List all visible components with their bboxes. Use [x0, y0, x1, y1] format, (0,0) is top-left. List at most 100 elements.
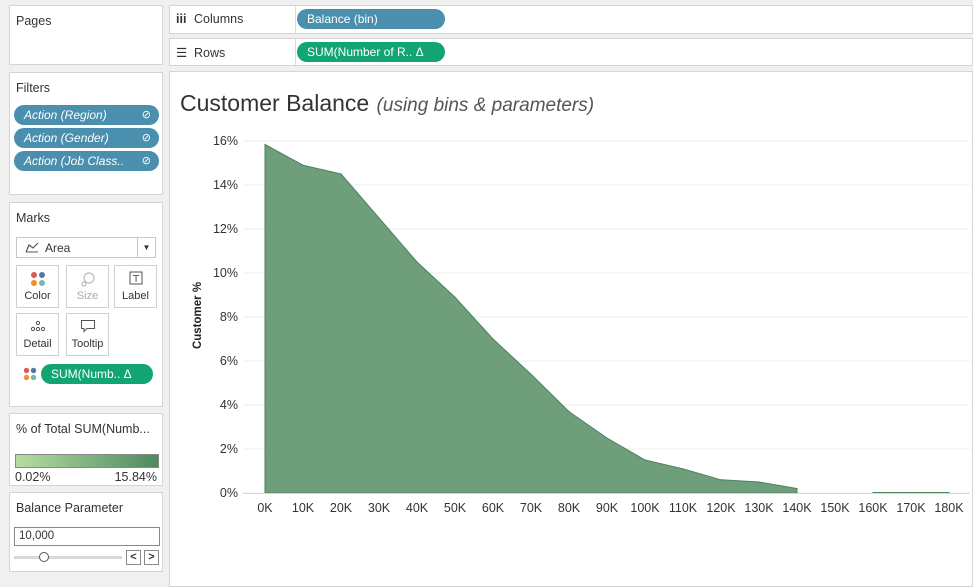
area-chart[interactable]: 0% 2% 4% 6% 8% 10% 12% 14% 16% Customer % 0K 10K 20K… — [170, 72, 972, 586]
y-tick-label: 6% — [220, 354, 238, 368]
y-tick-label: 10% — [213, 266, 238, 280]
x-tick-label: 130K — [744, 501, 774, 515]
detail-button[interactable]: Detail — [16, 313, 59, 356]
y-tick-label: 14% — [213, 178, 238, 192]
columns-shelf[interactable]: iii Columns Balance (bin) — [169, 5, 973, 34]
data-point[interactable] — [454, 296, 456, 298]
x-tick-label: 180K — [934, 501, 964, 515]
data-point[interactable] — [644, 459, 646, 461]
mark-type-dropdown[interactable]: Area ▼ — [16, 237, 156, 258]
data-point[interactable] — [416, 261, 418, 263]
parameter-next-button[interactable]: > — [144, 550, 159, 565]
columns-pill-label: Balance (bin) — [307, 12, 378, 26]
x-tick-label: 0K — [257, 501, 273, 515]
filter-pill-label: Action (Gender) — [24, 131, 109, 145]
color-button-label: Color — [24, 290, 51, 302]
data-point[interactable] — [492, 338, 494, 340]
x-tick-label: 160K — [858, 501, 888, 515]
y-tick-label: 16% — [213, 134, 238, 148]
columns-label-text: Columns — [194, 12, 244, 26]
data-point[interactable] — [340, 173, 342, 175]
rows-label-text: Rows — [194, 46, 226, 60]
x-tick-label: 80K — [558, 501, 581, 515]
rows-icon: ☰ — [176, 46, 188, 60]
pages-shelf[interactable]: Pages — [9, 5, 163, 65]
marks-field-pill[interactable]: SUM(Numb.. Δ — [41, 364, 153, 384]
columns-shelf-label: iii Columns — [176, 12, 243, 26]
tooltip-button-label: Tooltip — [71, 338, 104, 350]
x-tick-label: 100K — [630, 501, 660, 515]
detail-button-label: Detail — [23, 338, 52, 350]
filter-pill-job-class[interactable]: Action (Job Class.. ⊘ — [14, 151, 159, 171]
x-tick-label: 50K — [444, 501, 467, 515]
x-tick-label: 10K — [292, 501, 315, 515]
color-legend: % of Total SUM(Numb... 0.02% 15.84% — [9, 413, 163, 486]
data-point[interactable] — [302, 164, 304, 166]
link-icon: ⊘ — [141, 109, 151, 121]
x-tick-label: 120K — [706, 501, 736, 515]
rows-pill-sum-number-of-records[interactable]: SUM(Number of R.. Δ — [297, 42, 445, 62]
balance-parameter-control: Balance Parameter 10,000 < > — [9, 492, 163, 572]
color-encoding-icon — [23, 367, 37, 384]
data-point[interactable] — [682, 468, 684, 470]
data-point[interactable] — [568, 411, 570, 413]
y-tick-label: 2% — [220, 442, 238, 456]
parameter-slider-thumb[interactable] — [39, 552, 49, 562]
color-dots-icon — [17, 266, 58, 288]
link-icon: ⊘ — [141, 132, 151, 144]
x-tick-label: 110K — [669, 501, 698, 515]
x-tick-label: 60K — [482, 501, 505, 515]
chevron-down-icon: ▼ — [137, 238, 155, 257]
label-button-label: Label — [122, 290, 149, 302]
filter-pill-gender[interactable]: Action (Gender) ⊘ — [14, 128, 159, 148]
columns-pill-balance-bin[interactable]: Balance (bin) — [297, 9, 445, 29]
parameter-prev-button[interactable]: < — [126, 550, 141, 565]
rows-shelf[interactable]: ☰ Rows SUM(Number of R.. Δ — [169, 38, 973, 66]
marks-title: Marks — [16, 211, 51, 225]
marks-field-pill-label: SUM(Numb.. Δ — [51, 367, 132, 381]
filters-title: Filters — [16, 81, 51, 95]
data-point[interactable] — [758, 481, 760, 483]
columns-icon: iii — [176, 12, 187, 26]
chart-view: Customer Balance (using bins & parameter… — [169, 71, 973, 587]
x-tick-label: 40K — [406, 501, 429, 515]
filter-pill-region[interactable]: Action (Region) ⊘ — [14, 105, 159, 125]
size-button-label: Size — [76, 290, 99, 302]
legend-title: % of Total SUM(Numb... — [16, 422, 150, 436]
label-button[interactable]: T Label — [114, 265, 157, 308]
x-tick-label: 70K — [520, 501, 543, 515]
data-point[interactable] — [910, 491, 912, 494]
filter-pill-label: Action (Job Class.. — [24, 154, 125, 168]
y-tick-label: 12% — [213, 222, 238, 236]
legend-gradient-bar — [15, 454, 159, 468]
svg-text:T: T — [131, 274, 139, 285]
data-point[interactable] — [606, 437, 608, 439]
marks-card: Marks Area ▼ Color Size T Label Detail T… — [9, 202, 163, 407]
text-label-icon: T — [115, 266, 156, 288]
data-point[interactable] — [796, 488, 798, 490]
data-point[interactable] — [530, 373, 532, 375]
data-point[interactable] — [872, 491, 874, 494]
area-chart-icon — [25, 242, 39, 253]
tooltip-button[interactable]: Tooltip — [66, 313, 109, 356]
data-point[interactable] — [720, 479, 722, 481]
filters-shelf[interactable]: Filters Action (Region) ⊘ Action (Gender… — [9, 72, 163, 195]
data-point[interactable] — [264, 143, 266, 146]
data-point[interactable] — [378, 217, 380, 219]
parameter-title: Balance Parameter — [16, 501, 124, 515]
rows-pill-label: SUM(Number of R.. Δ — [307, 45, 424, 59]
tooltip-icon — [67, 314, 108, 336]
x-tick-label: 150K — [820, 501, 850, 515]
color-button[interactable]: Color — [16, 265, 59, 308]
pages-title: Pages — [16, 14, 52, 28]
x-tick-label: 30K — [368, 501, 391, 515]
area-series[interactable] — [264, 143, 798, 494]
y-tick-label: 8% — [220, 310, 238, 324]
size-icon — [67, 266, 108, 288]
legend-max-label: 15.84% — [114, 470, 157, 484]
data-point[interactable] — [948, 491, 950, 494]
size-button[interactable]: Size — [66, 265, 109, 308]
mark-type-label: Area — [45, 241, 71, 255]
parameter-value-input[interactable]: 10,000 — [14, 527, 160, 546]
parameter-slider-track[interactable] — [14, 556, 122, 559]
